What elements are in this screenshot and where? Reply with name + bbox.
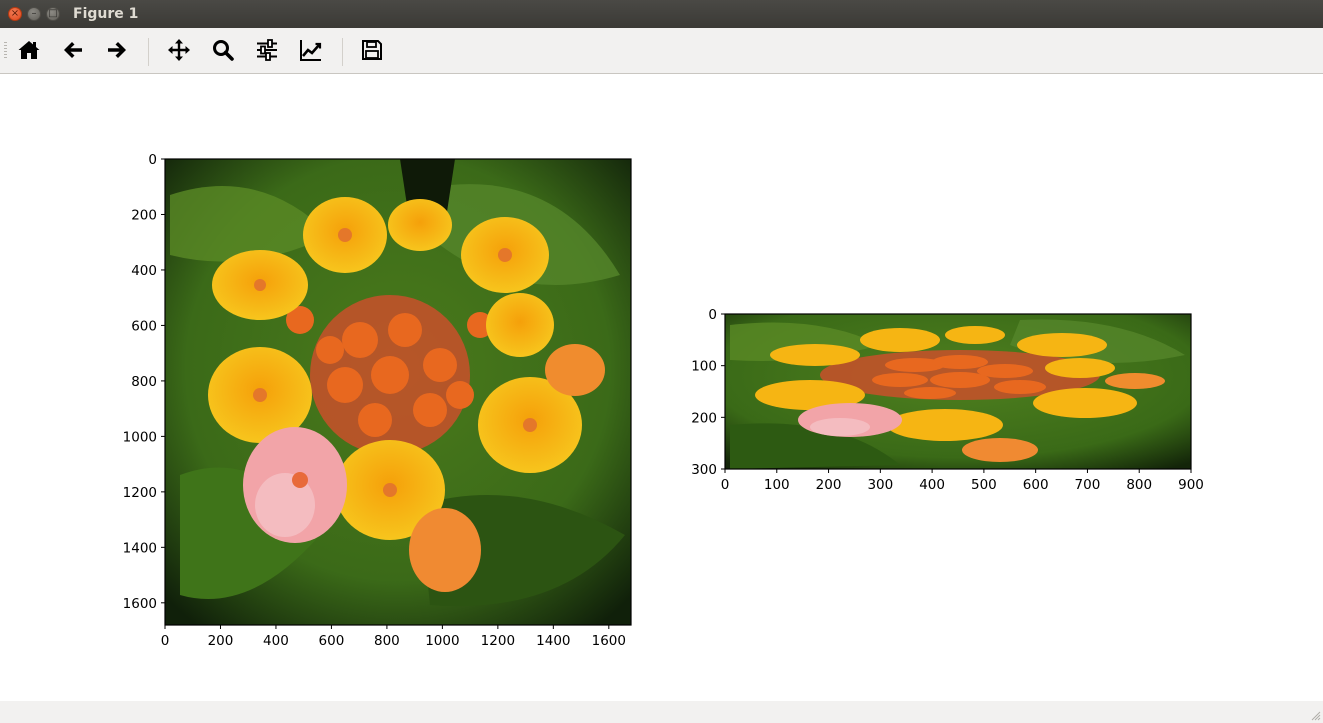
x-tick-label: 1600	[592, 633, 626, 649]
y-tick-label: 200	[691, 410, 717, 426]
x-axis: 0 100 200 300 400 500 600 700 800 900	[721, 469, 1204, 493]
y-tick-label: 1400	[123, 540, 157, 556]
configure-subplots-button[interactable]	[252, 35, 282, 65]
back-button[interactable]	[58, 35, 88, 65]
x-axis: 0 200 400 600 800 1000 1200 1400 1600	[161, 625, 626, 649]
x-tick-label: 300	[867, 477, 893, 493]
toolbar-separator	[148, 38, 149, 66]
x-tick-label: 1200	[481, 633, 515, 649]
x-tick-label: 400	[263, 633, 289, 649]
y-tick-label: 0	[148, 152, 157, 168]
line-chart-icon	[300, 40, 322, 61]
y-tick-label: 600	[131, 318, 157, 334]
arrow-left-icon	[64, 42, 82, 58]
x-tick-label: 600	[319, 633, 345, 649]
x-tick-label: 600	[1023, 477, 1049, 493]
x-tick-label: 1000	[425, 633, 459, 649]
minimize-window-button[interactable]: –	[27, 7, 41, 21]
close-window-button[interactable]: ×	[8, 7, 22, 21]
y-tick-label: 200	[131, 207, 157, 223]
axes-resized-image: 0 100 200 300 400 500 600 700 800 900 0 100 200 300	[660, 75, 1323, 701]
window-title: Figure 1	[73, 6, 139, 22]
x-tick-label: 400	[919, 477, 945, 493]
y-axis: 0 100 200 300	[691, 307, 725, 478]
x-tick-label: 800	[1126, 477, 1152, 493]
pan-button[interactable]	[164, 35, 194, 65]
home-button[interactable]	[14, 35, 44, 65]
x-tick-label: 900	[1178, 477, 1204, 493]
x-tick-label: 700	[1075, 477, 1101, 493]
x-tick-label: 500	[971, 477, 997, 493]
axes-original-image: 0 200 400 600 800 1000 1200 1400 1600 0 200 400 600…	[0, 75, 660, 701]
y-tick-label: 300	[691, 462, 717, 478]
x-tick-label: 200	[816, 477, 842, 493]
zoom-button[interactable]	[208, 35, 238, 65]
flower-photo	[165, 159, 631, 625]
x-tick-label: 1400	[536, 633, 570, 649]
home-icon	[18, 41, 40, 59]
y-tick-label: 1000	[123, 429, 157, 445]
axes-svg: 0 200 400 600 800 1000 1200 1400 1600 0 200 400 600…	[123, 152, 632, 649]
move-icon	[168, 39, 190, 61]
y-tick-label: 400	[131, 263, 157, 279]
y-tick-label: 800	[131, 374, 157, 390]
x-tick-label: 800	[374, 633, 400, 649]
toolbar-grip-handle[interactable]	[4, 42, 7, 60]
y-tick-label: 0	[708, 307, 717, 323]
x-tick-label: 0	[721, 477, 730, 493]
axes-svg: 0 100 200 300 400 500 600 700 800 900 0 100 200 300	[691, 307, 1204, 493]
y-axis: 0 200 400 600 800 1000 1200 1400 1600	[123, 152, 165, 612]
y-tick-label: 1600	[123, 596, 157, 612]
x-tick-label: 0	[161, 633, 170, 649]
floppy-disk-icon	[362, 40, 382, 60]
figure-canvas[interactable]: 0 200 400 600 800 1000 1200 1400 1600 0 200 400 600…	[0, 75, 1323, 701]
y-tick-label: 1200	[123, 485, 157, 501]
edit-axes-button[interactable]	[296, 35, 326, 65]
toolbar-separator	[342, 38, 343, 66]
magnifier-icon	[213, 40, 234, 61]
x-tick-label: 100	[764, 477, 790, 493]
x-tick-label: 200	[208, 633, 234, 649]
window-titlebar: × – □ Figure 1	[0, 0, 1323, 28]
status-bar	[0, 701, 1323, 723]
resize-grip-icon[interactable]	[1311, 711, 1321, 721]
save-button[interactable]	[357, 35, 387, 65]
sliders-icon	[257, 39, 277, 61]
y-tick-label: 100	[691, 359, 717, 375]
forward-button[interactable]	[102, 35, 132, 65]
resized-flower-photo	[725, 314, 1191, 469]
arrow-right-icon	[108, 42, 126, 58]
navigation-toolbar	[0, 28, 1323, 74]
maximize-window-button[interactable]: □	[46, 7, 60, 21]
